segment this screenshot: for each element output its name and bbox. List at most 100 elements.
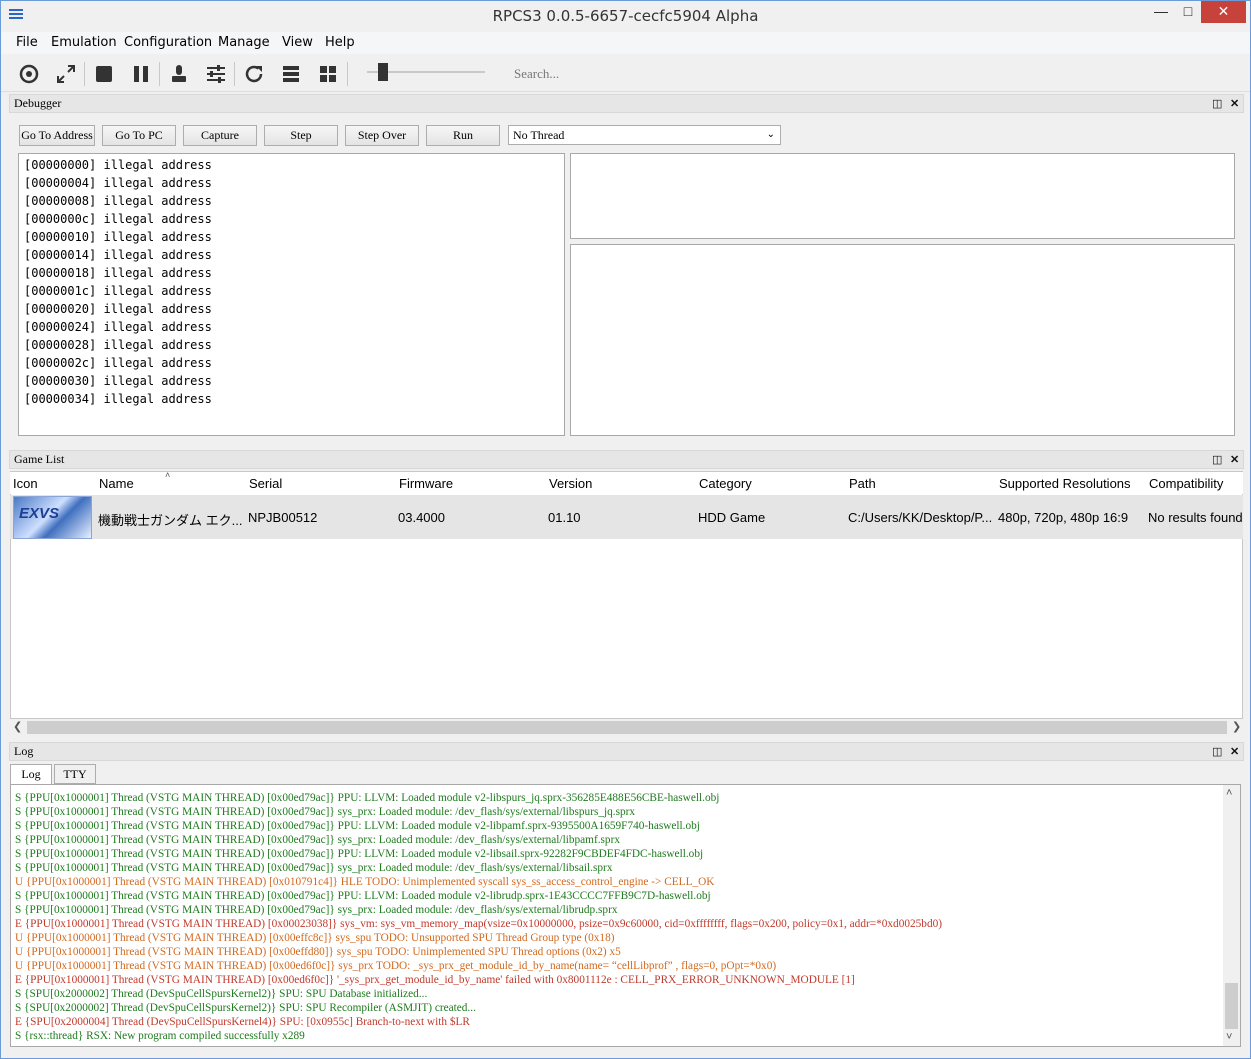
memory-line: [00000034] illegal address xyxy=(24,392,212,406)
memory-line: [0000000c] illegal address xyxy=(24,212,212,226)
pause-icon[interactable] xyxy=(128,61,154,87)
game-name: 機動戦士ガンダム エク... xyxy=(98,513,243,528)
capture-button[interactable]: Capture xyxy=(183,125,257,146)
log-line: S {PPU[0x1000001] Thread (VSTG MAIN THRE… xyxy=(15,792,720,804)
refresh-icon[interactable] xyxy=(241,61,267,87)
log-view[interactable]: S {PPU[0x1000001] Thread (VSTG MAIN THRE… xyxy=(10,784,1241,1047)
go-to-pc-button[interactable]: Go To PC xyxy=(102,125,176,146)
log-line: S {SPU[0x2000002] Thread (DevSpuCellSpur… xyxy=(15,988,428,1000)
toolbar-separator xyxy=(234,62,235,86)
breakpoint-view[interactable] xyxy=(570,244,1235,436)
scroll-down-icon[interactable]: ˅ xyxy=(1226,1031,1232,1043)
scroll-right-icon[interactable]: ❯ xyxy=(1232,720,1241,733)
fullscreen-icon[interactable] xyxy=(53,61,79,87)
scroll-left-icon[interactable]: ❮ xyxy=(13,720,22,733)
memory-line: [0000002c] illegal address xyxy=(24,356,212,370)
column-firmware[interactable]: Firmware xyxy=(399,476,453,491)
column-path[interactable]: Path xyxy=(849,476,876,491)
memory-view[interactable]: [00000000] illegal address [00000004] ill… xyxy=(18,153,565,436)
column-category[interactable]: Category xyxy=(699,476,752,491)
minimize-button[interactable]: — xyxy=(1147,1,1175,23)
tab-log[interactable]: Log xyxy=(10,764,52,785)
game-version: 01.10 xyxy=(548,510,581,525)
column-icon[interactable]: Icon xyxy=(13,476,38,491)
close-icon[interactable]: ✕ xyxy=(1230,452,1239,469)
run-button[interactable]: Run xyxy=(426,125,500,146)
game-compatibility: No results found xyxy=(1148,510,1243,525)
column-compatibility[interactable]: Compatibility xyxy=(1149,476,1223,491)
go-to-address-button[interactable]: Go To Address xyxy=(19,125,95,146)
log-line: E {PPU[0x1000001] Thread (VSTG MAIN THRE… xyxy=(15,918,943,930)
horizontal-scrollbar[interactable]: ❮ ❯ xyxy=(10,719,1243,736)
log-lines: S {PPU[0x1000001] Thread (VSTG MAIN THRE… xyxy=(11,791,1223,1043)
column-supported-resolutions[interactable]: Supported Resolutions xyxy=(999,476,1131,491)
table-header: Icon Name ˄ Serial Firmware Version Cate… xyxy=(10,470,1243,494)
close-icon[interactable]: ✕ xyxy=(1230,744,1239,761)
debugger-title: Debugger xyxy=(14,96,62,110)
stop-icon[interactable] xyxy=(91,61,117,87)
log-line: S {PPU[0x1000001] Thread (VSTG MAIN THRE… xyxy=(15,848,704,860)
log-title: Log xyxy=(14,744,34,758)
list-view-icon[interactable] xyxy=(278,61,304,87)
menu-configuration[interactable]: Configuration xyxy=(124,35,212,50)
memory-line: [00000010] illegal address xyxy=(24,230,212,244)
float-icon[interactable]: ◫ xyxy=(1212,96,1222,113)
table-row[interactable]: EXVS 機動戦士ガンダム エク... NPJB00512 03.4000 01… xyxy=(10,495,1243,539)
log-line: U {PPU[0x1000001] Thread (VSTG MAIN THRE… xyxy=(15,960,777,972)
scrollbar-thumb[interactable] xyxy=(27,721,1227,734)
main-window: RPCS3 0.0.5-6657-cecfc5904 Alpha — □ ✕ F… xyxy=(0,0,1251,1059)
debugger-dock-title: Debugger ◫ ✕ xyxy=(9,94,1244,113)
toolbar-separator xyxy=(347,62,348,86)
grid-view-icon[interactable] xyxy=(315,61,341,87)
memory-line: [00000008] illegal address xyxy=(24,194,212,208)
log-line: E {SPU[0x2000004] Thread (DevSpuCellSpur… xyxy=(15,1016,470,1028)
column-name[interactable]: Name xyxy=(99,476,134,491)
game-list-dock-title: Game List ◫ ✕ xyxy=(9,450,1244,469)
menu-help[interactable]: Help xyxy=(325,35,355,50)
toolbar-separator xyxy=(84,62,85,86)
memory-line: [00000018] illegal address xyxy=(24,266,212,280)
log-line: S {PPU[0x1000001] Thread (VSTG MAIN THRE… xyxy=(15,862,613,874)
menu-emulation[interactable]: Emulation xyxy=(51,35,117,50)
close-icon[interactable]: ✕ xyxy=(1230,96,1239,113)
search-input[interactable]: Search... xyxy=(509,64,689,84)
pads-icon[interactable] xyxy=(166,61,192,87)
memory-line: [00000014] illegal address xyxy=(24,248,212,262)
icon-size-slider-handle[interactable] xyxy=(378,63,388,81)
register-view[interactable] xyxy=(570,153,1235,239)
thread-select[interactable]: No Thread ⌄ xyxy=(508,125,781,145)
memory-line: [00000030] illegal address xyxy=(24,374,212,388)
game-path: C:/Users/KK/Desktop/P... xyxy=(848,510,993,525)
tab-tty[interactable]: TTY xyxy=(54,764,96,784)
log-line: U {PPU[0x1000001] Thread (VSTG MAIN THRE… xyxy=(15,876,715,888)
thread-select-value: No Thread xyxy=(513,128,565,142)
column-version[interactable]: Version xyxy=(549,476,592,491)
close-button[interactable]: ✕ xyxy=(1201,1,1246,23)
log-line: S {PPU[0x1000001] Thread (VSTG MAIN THRE… xyxy=(15,904,618,916)
menu-view[interactable]: View xyxy=(282,35,313,50)
memory-line: [00000020] illegal address xyxy=(24,302,212,316)
float-icon[interactable]: ◫ xyxy=(1212,744,1222,761)
title-bar: RPCS3 0.0.5-6657-cecfc5904 Alpha — □ ✕ xyxy=(1,1,1250,31)
settings-icon[interactable] xyxy=(203,61,229,87)
menu-file[interactable]: File xyxy=(16,35,38,50)
maximize-button[interactable]: □ xyxy=(1175,1,1201,23)
game-icon: EXVS xyxy=(13,496,92,539)
vertical-scrollbar[interactable]: ˄ ˅ xyxy=(1223,785,1240,1046)
open-icon[interactable] xyxy=(16,61,42,87)
log-line: E {PPU[0x1000001] Thread (VSTG MAIN THRE… xyxy=(15,974,855,986)
log-line: S {rsx::thread} RSX: New program compile… xyxy=(15,1030,305,1042)
scrollbar-thumb[interactable] xyxy=(1225,983,1238,1029)
step-button[interactable]: Step xyxy=(264,125,338,146)
menu-manage[interactable]: Manage xyxy=(218,35,270,50)
game-firmware: 03.4000 xyxy=(398,510,445,525)
memory-line: [00000004] illegal address xyxy=(24,176,212,190)
column-serial[interactable]: Serial xyxy=(249,476,282,491)
scroll-up-icon[interactable]: ˄ xyxy=(1226,787,1232,799)
memory-line: [00000024] illegal address xyxy=(24,320,212,334)
float-icon[interactable]: ◫ xyxy=(1212,452,1222,469)
memory-line: [00000000] illegal address xyxy=(24,158,212,172)
sort-ascending-icon: ˄ xyxy=(165,470,171,480)
step-over-button[interactable]: Step Over xyxy=(345,125,419,146)
memory-line: [0000001c] illegal address xyxy=(24,284,212,298)
